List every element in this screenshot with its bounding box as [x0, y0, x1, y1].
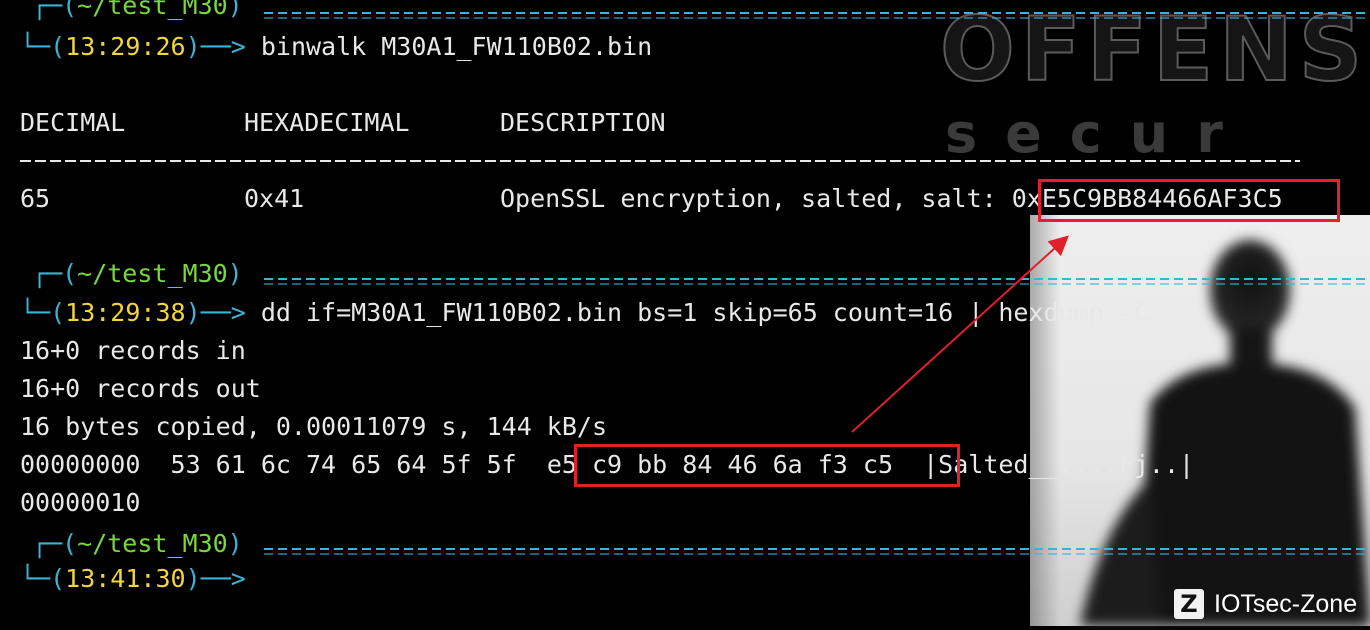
hexdump-offset: 00000000 — [20, 450, 141, 479]
prompt-time: 13:41:30 — [65, 564, 186, 593]
hexdump-end-offset: 00000010 — [20, 488, 141, 517]
watermark-text: IOTsec-Zone — [1214, 589, 1358, 618]
row-hexadecimal: 0x41 — [244, 184, 305, 213]
prompt-rule — [264, 12, 1370, 14]
hexdump-bytes-first: 53 61 6c 74 65 64 5f 5f — [170, 450, 517, 479]
prompt-time: 13:29:38 — [65, 298, 186, 327]
prompt-command-line-3[interactable]: └─(13:41:30)──> — [20, 560, 261, 598]
prompt-path: ~/test_M30 — [77, 0, 228, 20]
prompt-rule-shadow — [264, 553, 1370, 555]
prompt-path: ~/test_M30 — [77, 259, 228, 288]
zone-logo-icon: Z — [1174, 589, 1204, 619]
watermark: Z IOTsec-Zone — [1174, 588, 1357, 620]
prompt-path-line-1: ┌─(~/test_M30) — [32, 0, 243, 20]
prompt-time: 13:29:26 — [65, 32, 186, 61]
hex-bytes-highlight-box — [574, 444, 960, 487]
prompt-path: ~/test_M30 — [77, 529, 228, 558]
hexdump-ascii: |Salted__....Fj..| — [923, 450, 1195, 479]
command-text: dd if=M30A1_FW110B02.bin bs=1 skip=65 co… — [260, 298, 1149, 327]
prompt-rule-shadow — [264, 283, 1370, 285]
salt-highlight-box — [1038, 179, 1340, 222]
output-bytes-copied: 16 bytes copied, 0.00011079 s, 144 kB/s — [20, 412, 607, 441]
column-header-hexadecimal: HEXADECIMAL — [244, 108, 410, 137]
row-description-text: OpenSSL encryption, salted, salt: — [500, 184, 1012, 213]
prompt-rule-shadow — [264, 17, 1370, 19]
column-header-description: DESCRIPTION — [500, 108, 666, 137]
output-records-out: 16+0 records out — [20, 374, 261, 403]
row-decimal: 65 — [20, 184, 51, 213]
prompt-rule — [264, 278, 1370, 280]
command-text: binwalk M30A1_FW110B02.bin — [260, 32, 653, 61]
prompt-path-line-3: ┌─(~/test_M30) — [32, 529, 243, 558]
prompt-rule — [264, 548, 1370, 550]
column-header-decimal: DECIMAL — [20, 108, 126, 137]
prompt-command-line-2: └─(13:29:38)──> dd if=M30A1_FW110B02.bin… — [20, 298, 1149, 327]
prompt-path-line-2: ┌─(~/test_M30) — [32, 259, 243, 288]
terminal-window[interactable]: ┌─(~/test_M30) └─(13:29:26)──> binwalk M… — [0, 0, 1370, 626]
prompt-command-line-1: └─(13:29:26)──> binwalk M30A1_FW110B02.b… — [20, 32, 653, 61]
table-divider — [20, 160, 1300, 162]
output-records-in: 16+0 records in — [20, 336, 246, 365]
